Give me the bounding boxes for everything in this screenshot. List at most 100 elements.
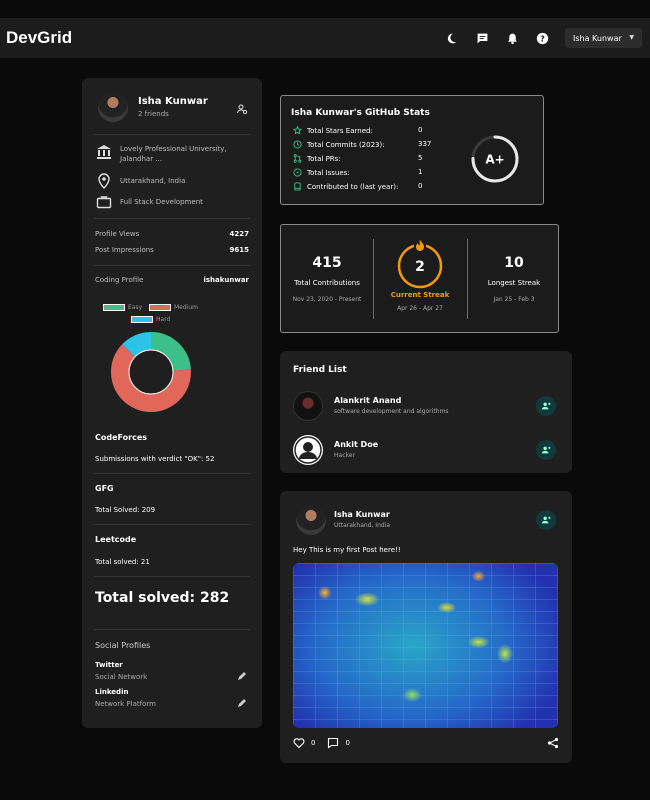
difficulty-donut-chart — [111, 332, 191, 412]
current-streak-label: Current Streak — [390, 291, 450, 299]
gh-row-prs: Total PRs: — [293, 154, 341, 163]
grade-ring: A+ — [471, 135, 519, 183]
legend-easy: Easy — [103, 304, 142, 311]
current-streak-ring: 2 — [397, 239, 443, 289]
friend-name[interactable]: Ankit Doe — [334, 440, 378, 449]
donut-hole — [128, 349, 174, 395]
gh-label-stars: Total Stars Earned: — [307, 126, 373, 135]
role-text: Full Stack Development — [120, 198, 203, 206]
coding-handle[interactable]: ishakunwar — [203, 276, 249, 284]
university-text: Lovely Professional University, Jalandha… — [120, 145, 227, 163]
add-friend-button[interactable] — [536, 510, 556, 530]
person-add-icon — [541, 516, 551, 524]
social-twitter-type: Social Network — [95, 673, 148, 681]
codeforces-title: CodeForces — [95, 433, 148, 442]
briefcase-icon — [96, 196, 112, 209]
friends-count: 2 friends — [138, 110, 169, 118]
avatar[interactable] — [293, 435, 323, 465]
legend-easy-swatch — [103, 304, 125, 311]
post-author[interactable]: Isha Kunwar — [334, 510, 390, 519]
grade-text: A+ — [485, 153, 504, 167]
svg-text:?: ? — [540, 33, 545, 43]
bell-icon[interactable] — [504, 30, 520, 46]
location-text: Uttarakhand, India — [120, 177, 186, 185]
add-friend-button[interactable] — [536, 396, 556, 416]
divider — [94, 265, 250, 266]
post-impressions-value: 9615 — [229, 246, 249, 254]
default-user-icon — [294, 436, 322, 464]
star-icon — [293, 126, 302, 135]
share-button[interactable] — [547, 737, 559, 749]
avatar[interactable] — [293, 391, 323, 421]
profile-card: Isha Kunwar 2 friends Lovely Professiona… — [82, 78, 262, 728]
github-stats-title: Isha Kunwar's GitHub Stats — [291, 108, 430, 118]
social-linkedin-name[interactable]: Linkedin — [95, 688, 128, 696]
total-contributions-value: 415 — [312, 255, 342, 271]
longest-streak-value: 10 — [504, 255, 524, 271]
total-contributions-label: Total Contributions — [294, 279, 360, 287]
coding-profile-row: Coding Profile ishakunwar — [95, 276, 249, 284]
post-card: Isha Kunwar Uttarakhand, India Hey This … — [280, 491, 572, 763]
total-solved: Total solved: 282 — [95, 590, 230, 606]
coding-profile-label: Coding Profile — [95, 276, 144, 284]
brand-logo[interactable]: DevGrid — [6, 28, 72, 48]
avatar[interactable] — [296, 505, 326, 535]
divider — [94, 576, 250, 577]
gh-row-commits: Total Commits (2023): — [293, 140, 385, 149]
current-streak-value: 2 — [415, 259, 425, 275]
total-contributions-range: Nov 23, 2020 - Present — [292, 296, 362, 303]
heart-icon — [293, 738, 305, 749]
chevron-down-icon: ▼ — [629, 34, 634, 41]
post-location: Uttarakhand, India — [334, 522, 391, 529]
edit-icon[interactable] — [236, 667, 248, 680]
role-row: Full Stack Development — [96, 194, 240, 210]
like-count: 0 — [311, 739, 316, 747]
total-contributions-col: 415 Total Contributions Nov 23, 2020 - P… — [281, 225, 373, 334]
divider — [94, 218, 250, 219]
gh-row-issues: Total Issues: — [293, 168, 350, 177]
gh-value-stars: 0 — [418, 126, 423, 134]
social-twitter-name[interactable]: Twitter — [95, 661, 123, 669]
chat-icon[interactable] — [474, 30, 490, 46]
gfg-title: GFG — [95, 484, 114, 493]
longest-streak-range: Jan 25 - Feb 3 — [493, 296, 535, 303]
social-profiles-title: Social Profiles — [95, 641, 151, 650]
social-linkedin-type: Network Platform — [95, 700, 156, 708]
location-row: Uttarakhand, India — [96, 173, 240, 189]
legend-medium-swatch — [149, 304, 171, 311]
friend-list-title: Friend List — [293, 365, 347, 375]
post-impressions-row: Post Impressions 9615 — [95, 246, 249, 254]
profile-views-label: Profile Views — [95, 230, 140, 238]
like-button[interactable]: 0 — [293, 737, 315, 749]
legend-medium-label: Medium — [174, 304, 198, 311]
person-add-icon — [541, 446, 551, 454]
gh-value-commits: 337 — [418, 140, 432, 148]
current-streak-range: Apr 26 - Apr 27 — [397, 305, 443, 312]
user-select[interactable]: Isha Kunwar ▼ — [565, 28, 642, 48]
post-image[interactable] — [293, 563, 558, 728]
help-icon[interactable]: ? — [534, 30, 550, 46]
gh-value-issues: 1 — [418, 168, 423, 176]
friend-list-card: Friend List Alankrit Anand software deve… — [280, 351, 572, 473]
legend-medium: Medium — [149, 304, 198, 311]
avatar[interactable] — [98, 92, 128, 122]
add-friend-button[interactable] — [536, 440, 556, 460]
gh-label-prs: Total PRs: — [307, 154, 341, 163]
edit-icon[interactable] — [236, 694, 248, 707]
moon-icon[interactable] — [443, 30, 459, 46]
profile-name[interactable]: Isha Kunwar — [138, 96, 208, 107]
legend-hard-label: Hard — [156, 316, 171, 323]
gh-row-contributed: Contributed to (last year): — [293, 182, 398, 191]
legend-easy-label: Easy — [128, 304, 143, 311]
user-select-label: Isha Kunwar — [573, 33, 622, 43]
post-impressions-label: Post Impressions — [95, 246, 154, 254]
top-navbar: DevGrid ? Isha Kunwar ▼ — [0, 18, 650, 58]
divider — [94, 134, 250, 135]
comment-count: 0 — [345, 739, 350, 747]
friend-name[interactable]: Alankrit Anand — [334, 396, 401, 405]
gh-label-issues: Total Issues: — [307, 168, 350, 177]
longest-streak-label: Longest Streak — [487, 279, 541, 287]
divider — [94, 473, 250, 474]
manage-accounts-icon[interactable] — [236, 100, 248, 115]
comment-button[interactable]: 0 — [327, 737, 350, 749]
